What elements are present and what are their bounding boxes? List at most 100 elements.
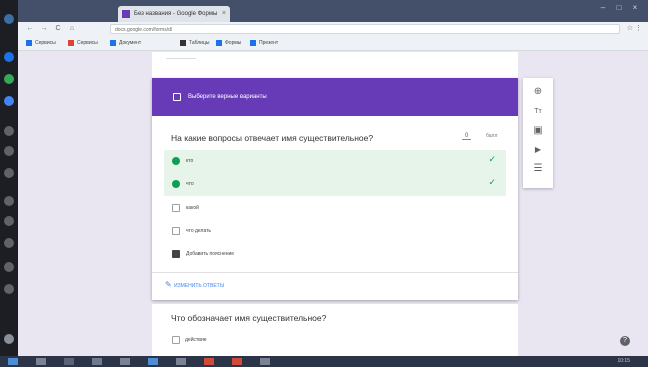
points-value[interactable]: 0 [462,133,472,140]
check-icon: ✓ [488,177,496,187]
tab-title: Без названия - Google Формы [134,11,218,17]
add-explanation-option[interactable]: Добавить пояснение [164,243,506,266]
taskbar-app-icon[interactable] [120,358,130,365]
clock[interactable]: 10:15 [617,358,630,365]
taskbar-app-icon[interactable] [204,358,214,365]
close-icon[interactable]: × [628,3,642,13]
bookmark-item[interactable]: Документ [110,38,141,48]
browser-tab[interactable]: Без названия - Google Формы × [118,6,230,22]
bookmark-icon [250,40,256,46]
bookmark-icon [216,40,222,46]
checkbox-icon[interactable] [172,227,180,235]
bookmark-label: Таблицы [189,40,210,46]
bookmark-label: Сервисы [77,40,98,46]
maximize-icon[interactable]: □ [612,3,626,13]
answer-option[interactable]: кто ✓ [164,150,506,173]
question-card[interactable]: Выберите верные варианты На какие вопрос… [152,78,518,300]
forward-icon[interactable]: → [40,24,48,34]
bookmark-star-icon[interactable]: ☆ ⋮ [627,24,642,32]
add-title-icon[interactable]: Тт [532,106,544,118]
next-question-title[interactable]: Что обозначает имя существительное? [171,313,326,323]
forms-favicon-icon [122,10,130,18]
start-icon[interactable] [8,358,18,365]
launcher-app-icon[interactable] [4,52,14,62]
bookmark-item[interactable]: Таблицы [180,38,209,48]
bookmark-label: Формы [225,40,242,46]
section-header: Выберите верные варианты [152,78,518,116]
taskbar-app-icon[interactable] [260,358,270,365]
add-question-icon[interactable]: ⊕ [532,86,544,98]
answer-option[interactable]: что делать [164,220,506,243]
launcher-app-icon[interactable] [4,196,14,206]
bookmark-icon [180,40,186,46]
bookmark-label: Сервисы [35,40,56,46]
home-icon[interactable]: ⌂ [68,24,76,34]
answer-option[interactable]: что ✓ [164,173,506,196]
reload-icon[interactable]: C [54,24,62,34]
launcher-app-icon[interactable] [4,126,14,136]
bookmarks-bar: Сервисы Сервисы Документ Таблицы Формы П… [18,36,648,51]
explanation-icon [172,250,180,258]
question-title[interactable]: На какие вопросы отвечает имя существите… [171,133,373,143]
address-toolbar: ← → C ⌂ docs.google.com/forms/d/ ☆ ⋮ [18,22,648,36]
bookmark-label: Документ [119,40,142,46]
minimize-icon[interactable]: – [596,3,610,13]
option-label: какой [186,205,199,211]
correct-answer-icon[interactable] [172,180,180,188]
launcher-app-icon[interactable] [4,238,14,248]
taskbar-app-icon[interactable] [148,358,158,365]
back-icon[interactable]: ← [26,24,34,34]
launcher-app-icon[interactable] [4,216,14,226]
launcher-app-icon[interactable] [4,96,14,106]
option-label: что [186,181,194,187]
check-icon: ✓ [488,154,496,164]
option-label: кто [186,158,194,164]
taskbar-app-icon[interactable] [232,358,242,365]
browser-titlebar: Без названия - Google Формы × – □ × [18,0,648,22]
launcher-app-icon[interactable] [4,14,14,24]
url-field[interactable]: docs.google.com/forms/d/ [110,24,620,34]
points-field[interactable]: 0 [462,133,472,140]
checkbox-icon [173,93,181,101]
add-section-icon[interactable]: ☰ [532,163,544,175]
bookmark-icon [26,40,32,46]
answer-key-label: ИЗМЕНИТЬ ОТВЕТЫ [174,283,225,289]
checkbox-icon[interactable] [172,336,180,344]
bookmark-icon [68,40,74,46]
bookmark-item[interactable]: Презент [250,38,278,48]
taskbar-app-icon[interactable] [64,358,74,365]
checkbox-icon[interactable] [172,204,180,212]
next-question-card[interactable]: Что обозначает имя существительное? дейс… [152,304,518,356]
previous-question-card[interactable] [152,52,518,78]
launcher-app-icon[interactable] [4,284,14,294]
answer-key-button[interactable]: ✎ ИЗМЕНИТЬ ОТВЕТЫ [165,280,225,291]
taskbar-app-icon[interactable] [36,358,46,365]
tab-close-icon[interactable]: × [222,6,226,22]
bookmark-item[interactable]: Сервисы [26,38,56,48]
points-unit: балл [486,133,498,139]
launcher-app-icon[interactable] [4,146,14,156]
bookmark-item[interactable]: Сервисы [68,38,98,48]
divider [152,272,518,273]
launcher-app-icon[interactable] [4,334,14,344]
left-launcher [0,0,18,356]
launcher-app-icon[interactable] [4,74,14,84]
launcher-app-icon[interactable] [4,168,14,178]
taskbar-app-icon[interactable] [92,358,102,365]
option-label: что делать [186,228,212,234]
taskbar: 10:15 [0,356,648,367]
bookmark-item[interactable]: Формы [216,38,241,48]
section-header-label: Выберите верные варианты [188,94,267,100]
add-video-icon[interactable]: ▶ [532,144,544,156]
pencil-icon: ✎ [165,280,172,289]
taskbar-app-icon[interactable] [176,358,186,365]
divider [166,58,196,59]
option-label: Добавить пояснение [186,251,235,257]
side-toolbar: ⊕ Тт ▣ ▶ ☰ [523,78,553,188]
add-image-icon[interactable]: ▣ [532,125,544,137]
bookmark-icon [110,40,116,46]
answer-option[interactable]: какой [164,197,506,220]
correct-answer-icon[interactable] [172,157,180,165]
launcher-app-icon[interactable] [4,262,14,272]
help-icon[interactable]: ? [620,336,630,346]
